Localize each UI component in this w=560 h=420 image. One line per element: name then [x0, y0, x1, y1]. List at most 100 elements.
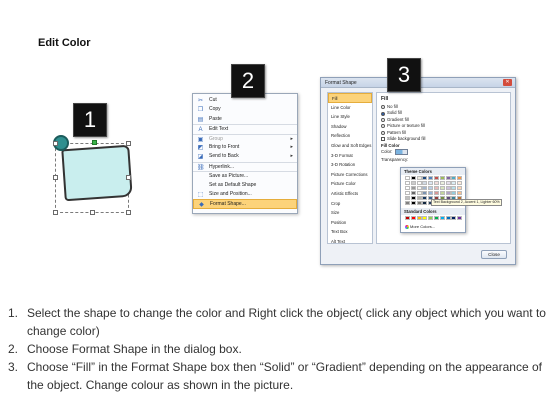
color-swatch[interactable] — [445, 190, 451, 196]
color-swatch[interactable] — [416, 180, 422, 186]
color-swatch[interactable] — [422, 200, 428, 206]
resize-handle[interactable] — [90, 210, 95, 215]
color-swatch[interactable] — [416, 216, 422, 221]
category-line-style[interactable]: Line Style — [328, 112, 372, 122]
color-swatch[interactable] — [451, 176, 457, 181]
category-crop[interactable]: Crop — [328, 199, 372, 209]
menu-item-send-to-back[interactable]: ◪ Send to Back ▸ — [193, 152, 297, 161]
color-swatch[interactable] — [433, 176, 439, 181]
radio[interactable] — [381, 124, 385, 129]
menu-item-edit-text[interactable]: A Edit Text — [193, 124, 297, 133]
radio[interactable] — [381, 105, 385, 110]
color-swatch[interactable] — [405, 176, 410, 181]
color-swatch[interactable] — [410, 200, 416, 206]
color-swatch[interactable] — [445, 176, 451, 181]
color-swatch[interactable] — [405, 200, 410, 206]
menu-item-bring-to-front[interactable]: ◩ Bring to Front ▸ — [193, 143, 297, 152]
color-swatch[interactable] — [410, 190, 416, 196]
close-button[interactable]: Close — [481, 250, 507, 259]
color-swatch[interactable] — [422, 176, 428, 181]
color-swatch[interactable] — [410, 216, 416, 221]
color-swatch[interactable] — [451, 216, 457, 221]
color-swatch[interactable] — [405, 190, 410, 196]
color-swatch[interactable] — [410, 195, 416, 201]
color-swatch[interactable] — [422, 195, 428, 201]
color-swatch[interactable] — [445, 216, 451, 221]
color-swatch[interactable] — [439, 185, 445, 191]
category-reflection[interactable]: Reflection — [328, 131, 372, 141]
color-swatch[interactable] — [428, 176, 434, 181]
color-swatch[interactable] — [439, 180, 445, 186]
color-swatch[interactable] — [428, 180, 434, 186]
color-swatch[interactable] — [457, 185, 463, 191]
menu-item-size-position[interactable]: ⬚ Size and Position... — [193, 190, 297, 199]
category-alt-text[interactable]: Alt Text — [328, 237, 372, 247]
radio[interactable] — [381, 118, 385, 123]
resize-handle[interactable] — [126, 175, 131, 180]
note-shape[interactable] — [61, 144, 133, 202]
resize-handle[interactable] — [53, 175, 58, 180]
color-swatch[interactable] — [457, 180, 463, 186]
color-swatch[interactable] — [457, 176, 463, 181]
resize-handle[interactable] — [126, 141, 131, 146]
category-artistic-effects[interactable]: Artistic Effects — [328, 189, 372, 199]
category-picture-corrections[interactable]: Picture Corrections — [328, 170, 372, 180]
color-swatch[interactable] — [433, 216, 439, 221]
category-3d-rotation[interactable]: 3-D Rotation — [328, 160, 372, 170]
category-picture-color[interactable]: Picture Color — [328, 179, 372, 189]
color-swatch[interactable] — [451, 180, 457, 186]
category-line-color[interactable]: Line Color — [328, 103, 372, 113]
menu-item-format-shape[interactable]: ◆ Format Shape... — [193, 199, 297, 209]
option-slide-background-fill[interactable]: Slide background fill — [381, 136, 506, 142]
color-swatch[interactable] — [405, 216, 410, 221]
color-swatch[interactable] — [428, 185, 434, 191]
menu-item-hyperlink[interactable]: ⛓ Hyperlink... — [193, 161, 297, 171]
color-swatch[interactable] — [439, 190, 445, 196]
color-swatch[interactable] — [445, 185, 451, 191]
color-swatch[interactable] — [416, 176, 422, 181]
resize-handle[interactable] — [126, 210, 131, 215]
color-swatch[interactable] — [416, 200, 422, 206]
radio[interactable] — [381, 130, 385, 135]
category-fill[interactable]: Fill — [328, 93, 372, 103]
menu-item-paste[interactable]: ▤ Paste — [193, 115, 297, 124]
more-colors[interactable]: More Colors... — [405, 224, 435, 229]
color-swatch[interactable] — [451, 190, 457, 196]
color-swatch[interactable] — [433, 185, 439, 191]
resize-handle[interactable] — [53, 141, 58, 146]
color-swatch[interactable] — [422, 216, 428, 221]
category-shadow[interactable]: Shadow — [328, 122, 372, 132]
category-position[interactable]: Position — [328, 218, 372, 228]
radio-selected[interactable] — [381, 111, 385, 116]
color-swatch[interactable] — [445, 180, 451, 186]
color-swatch[interactable] — [422, 190, 428, 196]
color-swatch[interactable] — [439, 176, 445, 181]
color-swatch[interactable] — [416, 185, 422, 191]
color-swatch[interactable] — [457, 216, 463, 221]
rotate-handle[interactable] — [92, 140, 97, 145]
color-swatch[interactable] — [428, 216, 434, 221]
color-swatch[interactable] — [410, 180, 416, 186]
category-3d-format[interactable]: 3-D Format — [328, 151, 372, 161]
color-swatch[interactable] — [439, 216, 445, 221]
color-swatch[interactable] — [433, 190, 439, 196]
standard-color-grid[interactable] — [405, 216, 463, 221]
menu-item-save-as-picture[interactable]: Save as Picture... — [193, 171, 297, 180]
color-swatch[interactable] — [410, 176, 416, 181]
category-text-box[interactable]: Text Box — [328, 227, 372, 237]
color-swatch[interactable] — [422, 180, 428, 186]
resize-handle[interactable] — [53, 210, 58, 215]
color-swatch[interactable] — [457, 190, 463, 196]
category-size[interactable]: Size — [328, 208, 372, 218]
color-swatch[interactable] — [428, 190, 434, 196]
category-glow[interactable]: Glow and Soft Edges — [328, 141, 372, 151]
color-swatch[interactable] — [405, 195, 410, 201]
color-swatch[interactable] — [405, 180, 410, 186]
color-swatch[interactable] — [410, 185, 416, 191]
checkbox[interactable] — [381, 137, 385, 142]
color-swatch[interactable] — [433, 180, 439, 186]
menu-item-set-default-shape[interactable]: Set as Default Shape — [193, 181, 297, 190]
close-icon[interactable]: ✕ — [503, 79, 512, 86]
color-dropdown[interactable] — [395, 149, 409, 156]
color-swatch[interactable] — [405, 185, 410, 191]
